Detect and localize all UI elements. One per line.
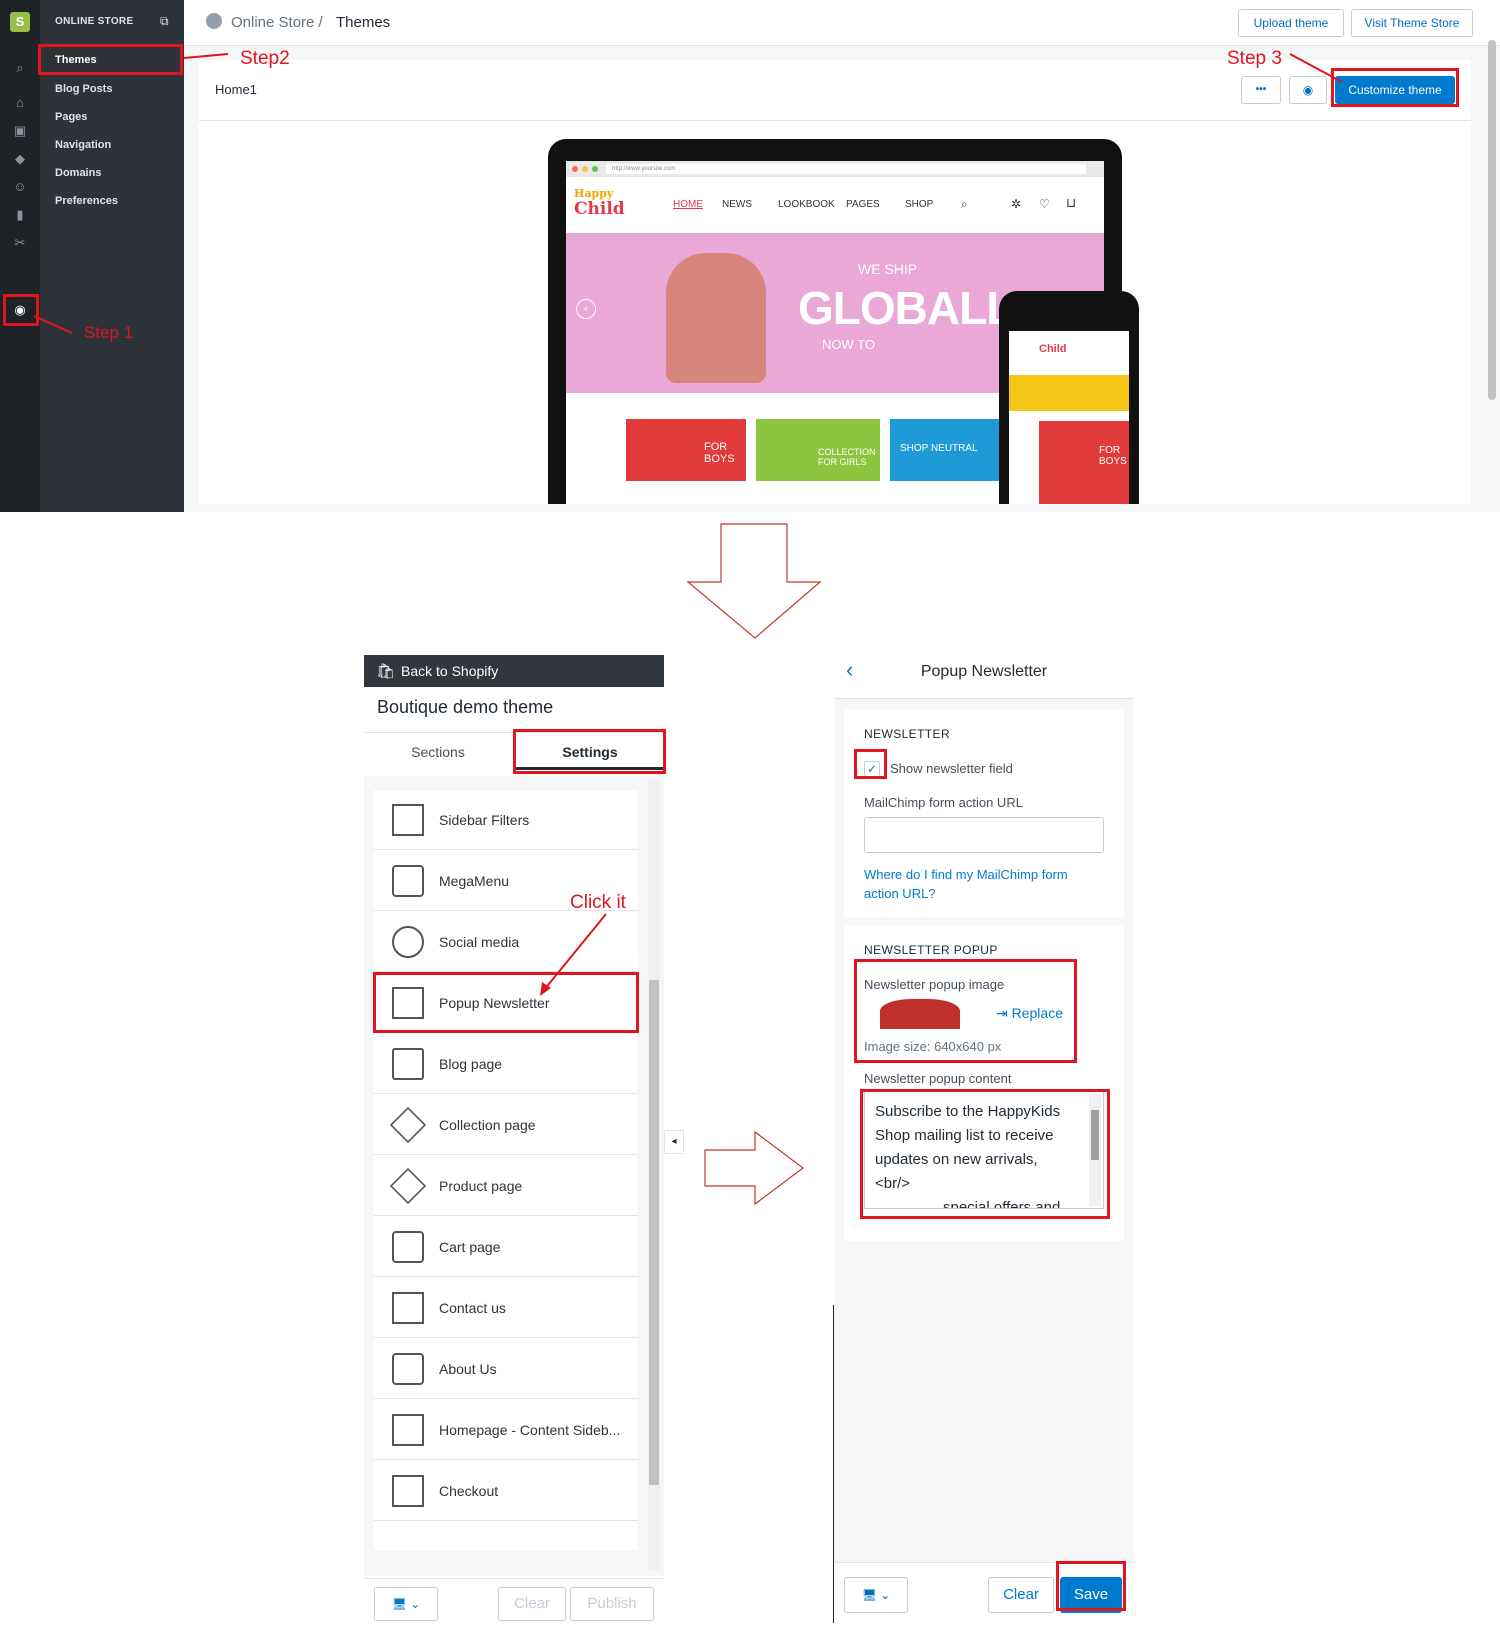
mailchimp-label: MailChimp form action URL [864, 795, 1023, 810]
clear-button[interactable]: Clear [988, 1577, 1054, 1613]
device-toggle-icon[interactable]: 🖥 ⌄ [374, 1587, 438, 1621]
clear-button[interactable]: Clear [498, 1587, 566, 1621]
panel-edge-line [833, 1305, 834, 1623]
show-newsletter-label: Show newsletter field [890, 761, 1013, 776]
image-highlight [854, 959, 1077, 1063]
device-toggle-icon[interactable]: 🖥 ⌄ [844, 1577, 908, 1613]
content-highlight [860, 1089, 1110, 1219]
newsletter-card: NEWSLETTER ✓ Show newsletter field MailC… [844, 709, 1124, 917]
newsletter-heading: NEWSLETTER [864, 727, 951, 741]
mailchimp-url-input[interactable] [864, 817, 1104, 853]
popup-newsletter-panel: ‹ Popup Newsletter NEWSLETTER ✓ Show new… [834, 643, 1134, 1632]
checkbox-highlight [854, 749, 887, 779]
popup-heading: NEWSLETTER POPUP [864, 943, 998, 957]
mailchimp-help-link[interactable]: Where do I find my MailChimp form action… [864, 865, 1104, 903]
panel-header: ‹ Popup Newsletter [834, 643, 1134, 699]
save-highlight [1056, 1561, 1126, 1611]
click-arrow [540, 913, 607, 996]
publish-button[interactable]: Publish [570, 1587, 654, 1621]
left-footer: 🖥 ⌄ Clear Publish [364, 1578, 664, 1632]
popup-content-label: Newsletter popup content [864, 1071, 1012, 1086]
panel-title: Popup Newsletter [920, 663, 1048, 680]
